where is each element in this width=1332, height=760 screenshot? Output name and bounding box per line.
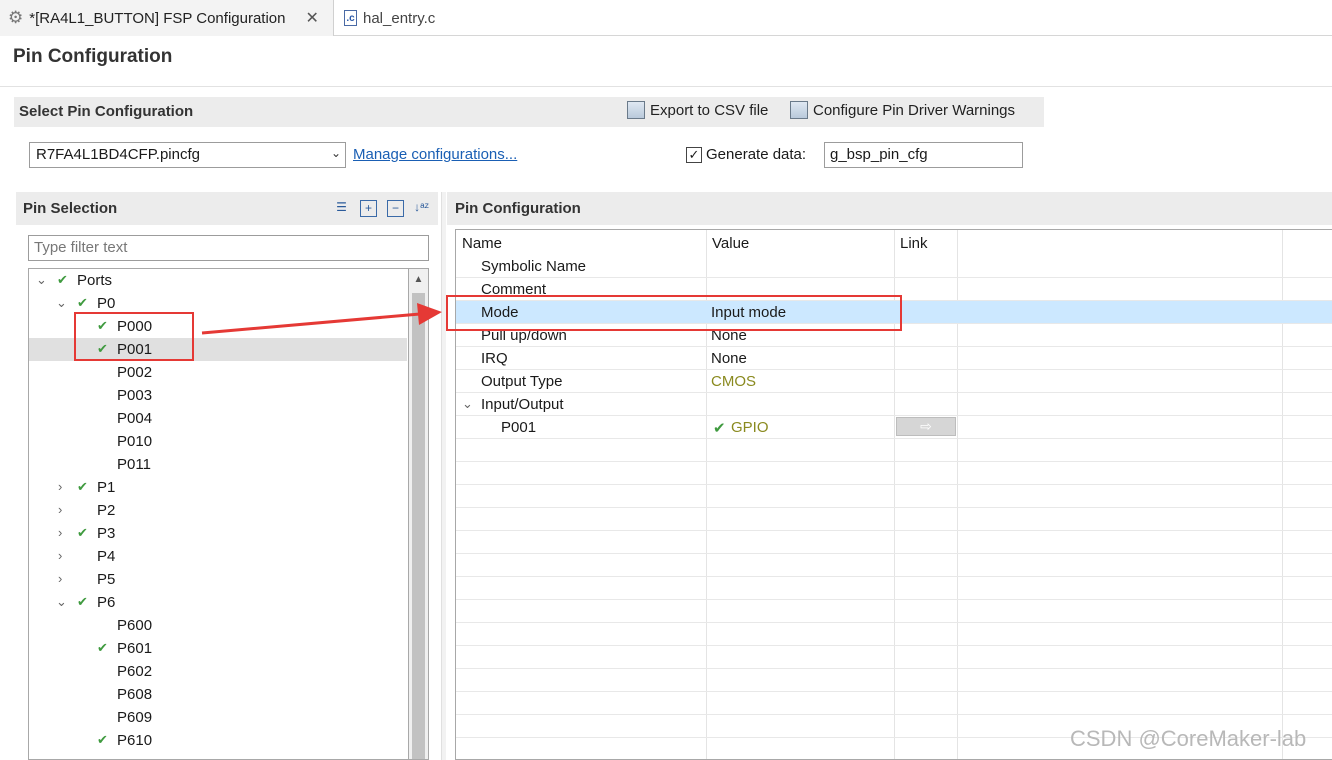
annotation-arrow-shaft xyxy=(201,312,421,335)
watermark: CSDN @CoreMaker-lab xyxy=(1070,726,1307,751)
annotation-arrow xyxy=(201,303,442,335)
annotation-arrow-head xyxy=(417,303,442,325)
